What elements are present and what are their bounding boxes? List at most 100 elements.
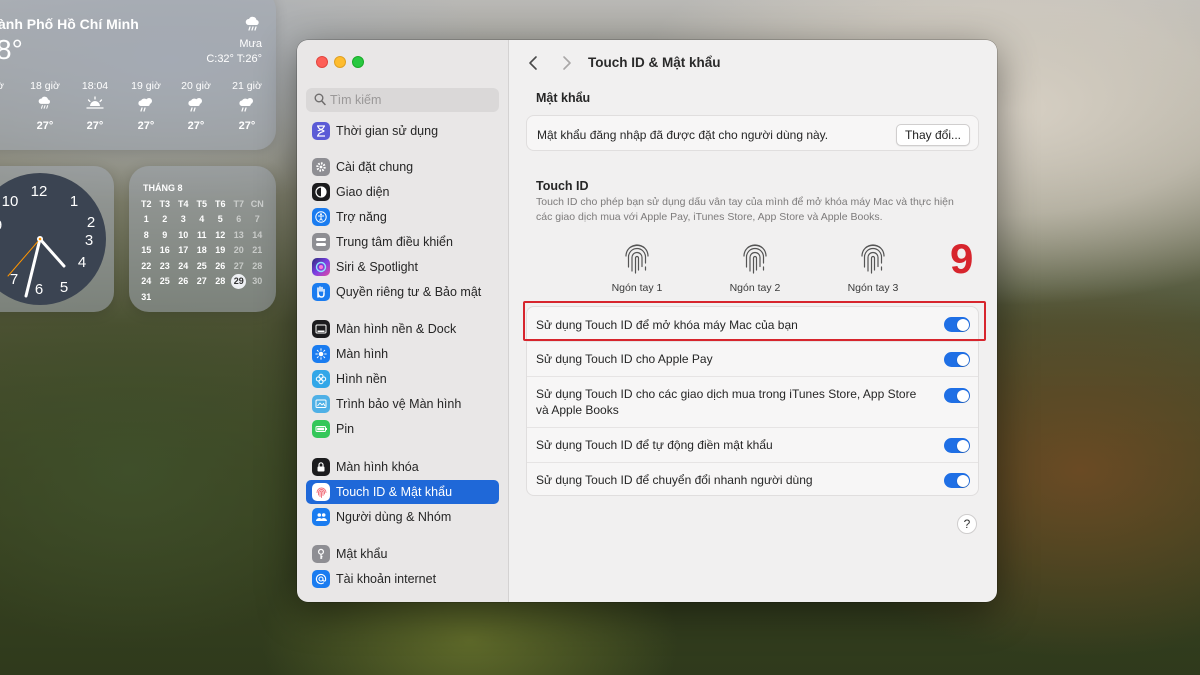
step-number-annotation: 9 (950, 235, 974, 282)
sidebar-item-label: Thời gian sử dụng (336, 124, 439, 138)
sidebar-item-users-groups[interactable]: Người dùng & Nhóm (306, 505, 499, 529)
sidebar-item-control-center[interactable]: Trung tâm điều khiển (306, 230, 499, 254)
toggle-row-autofill-passwords: Sử dụng Touch ID để tự động điền mật khẩ… (527, 428, 978, 463)
rain-cloud-icon (244, 16, 262, 37)
calendar-today: 29 (230, 273, 249, 289)
sun-icon (312, 345, 330, 363)
forecast-hour: 19 giờ 27° (120, 80, 172, 132)
appearance-icon (312, 183, 330, 201)
hourly-forecast: 7 giờ ° 18 giờ 27° 18:04 27° 19 giờ 27° … (0, 80, 276, 140)
toggle-apple-pay[interactable] (944, 352, 970, 367)
fingerprint-slot-1[interactable]: Ngón tay 1 (577, 243, 697, 294)
calendar-day: 4 (199, 214, 205, 225)
sidebar-item-general[interactable]: Cài đặt chung (306, 155, 499, 179)
calendar-weekdays: T2 T3 T4 T5 T6 T7 CN (137, 196, 267, 212)
fingerprint-icon (312, 483, 330, 501)
clock-numeral: 6 (35, 281, 43, 298)
screensaver-icon (312, 395, 330, 413)
sidebar-item-screen-saver[interactable]: Trình bảo vệ Màn hình (306, 392, 499, 416)
system-settings-window: Thời gian sử dụng Cài đặt chung Giao diệ… (297, 40, 997, 602)
change-password-button[interactable]: Thay đổi... (895, 124, 970, 146)
calendar-day: 12 (215, 229, 226, 240)
flower-icon (312, 370, 330, 388)
password-card: Mật khẩu đăng nhập đã được đặt cho người… (526, 115, 979, 151)
fingerprint-slot-2[interactable]: Ngón tay 2 (695, 243, 815, 294)
zoom-window-button[interactable] (352, 56, 364, 68)
sidebar-item-privacy-security[interactable]: Quyền riêng tư & Bảo mật (306, 280, 499, 304)
hour-temp: 27° (187, 120, 205, 132)
toggle-autofill-passwords[interactable] (944, 438, 970, 453)
clock-numeral: 1 (70, 193, 78, 210)
chevron-left-icon (529, 56, 537, 70)
main-content: Touch ID & Mật khẩu Mật khẩu Mật khẩu đă… (509, 40, 997, 602)
sidebar-item-battery[interactable]: Pin (306, 417, 499, 441)
toggle-store-purchases[interactable] (944, 388, 970, 403)
forecast-hour: 21 giờ 27° (221, 80, 273, 132)
toggle-row-fast-user-switching: Sử dụng Touch ID để chuyển đổi nhanh ngư… (527, 463, 978, 496)
weekday-label: T6 (214, 198, 226, 209)
sidebar-item-siri-spotlight[interactable]: Siri & Spotlight (306, 255, 499, 279)
partly-cloudy-rain-icon (170, 96, 222, 114)
calendar-day: 27 (196, 276, 207, 287)
forward-button[interactable] (555, 52, 577, 74)
sidebar-item-label: Hình nền (336, 372, 387, 386)
toggle-label: Sử dụng Touch ID cho các giao dịch mua t… (536, 387, 917, 417)
sidebar-item-label: Màn hình nền & Dock (336, 322, 457, 336)
lock-icon (312, 458, 330, 476)
touchid-section-title: Touch ID (536, 179, 589, 193)
clock-numeral: 3 (85, 232, 93, 249)
sidebar-item-appearance[interactable]: Giao diện (306, 180, 499, 204)
calendar-widget[interactable]: THÁNG 8 T2 T3 T4 T5 T6 T7 CN 1 2 3 4 5 6… (129, 166, 276, 312)
sidebar-item-passwords[interactable]: Mật khẩu (306, 542, 499, 566)
calendar-week: 8 9 10 11 12 13 14 (137, 227, 267, 243)
password-status-text: Mật khẩu đăng nhập đã được đặt cho người… (537, 128, 829, 142)
finger-label: Ngón tay 1 (611, 282, 663, 294)
back-button[interactable] (523, 52, 545, 74)
calendar-day: 26 (178, 276, 189, 287)
weather-temperature: 8° (0, 34, 23, 65)
sidebar-item-label: Màn hình (336, 347, 389, 361)
weekday-label: T3 (159, 198, 170, 209)
sidebar-item-displays[interactable]: Màn hình (306, 342, 499, 366)
siri-icon (312, 258, 330, 276)
calendar-day: 21 (252, 245, 263, 256)
hour-label: 7 giờ (0, 80, 4, 92)
sidebar-item-screen-time[interactable]: Thời gian sử dụng (306, 119, 499, 143)
sidebar-item-accessibility[interactable]: Trợ năng (306, 205, 499, 229)
sidebar-item-lock-screen[interactable]: Màn hình khóa (306, 455, 499, 479)
clock-numeral: 2 (87, 214, 95, 231)
clock-numeral: 5 (60, 279, 68, 296)
forecast-hour: 20 giờ 27° (170, 80, 222, 132)
sidebar-item-wallpaper[interactable]: Hình nền (306, 367, 499, 391)
toggle-fast-user-switching[interactable] (944, 473, 970, 488)
close-window-button[interactable] (316, 56, 328, 68)
weekday-label: T4 (177, 198, 189, 209)
touchid-description: Touch ID cho phép bạn sử dụng dấu vân ta… (536, 196, 954, 223)
weather-widget[interactable]: ành Phố Hồ Chí Minh 8° Mưa C:32° T:26° 7… (0, 0, 276, 150)
calendar-day: 14 (252, 229, 263, 240)
sidebar-item-desktop-dock[interactable]: Màn hình nền & Dock (306, 317, 499, 341)
toggle-row-store-purchases: Sử dụng Touch ID cho các giao dịch mua t… (527, 377, 978, 428)
fingerprint-icon (625, 244, 649, 274)
calendar-day: 30 (252, 276, 263, 287)
sidebar-item-touch-id-password[interactable]: Touch ID & Mật khẩu (306, 480, 499, 504)
partly-cloudy-rain-icon (120, 96, 172, 114)
search-field[interactable] (306, 88, 499, 112)
calendar-day: 15 (141, 245, 152, 256)
password-section-title: Mật khẩu (536, 91, 591, 105)
search-input[interactable] (330, 88, 490, 112)
hour-label: 18 giờ (30, 80, 60, 92)
clock-widget[interactable]: 12 1 10 2 9 3 4 7 5 6 (0, 166, 114, 312)
calendar-today-number: 29 (231, 273, 247, 289)
weekday-label: T2 (140, 198, 152, 209)
hourglass-icon (312, 122, 330, 140)
battery-icon (312, 420, 330, 438)
calendar-day: 28 (215, 276, 226, 287)
help-button[interactable]: ? (957, 514, 977, 534)
calendar-week: 1 2 3 4 5 6 7 (137, 212, 267, 228)
minimize-window-button[interactable] (334, 56, 346, 68)
sidebar-item-internet-accounts[interactable]: Tài khoản internet (306, 567, 499, 591)
finger-label: Ngón tay 2 (729, 282, 781, 294)
calendar-day: 28 (252, 260, 263, 271)
fingerprint-slot-3[interactable]: Ngón tay 3 (813, 243, 933, 294)
